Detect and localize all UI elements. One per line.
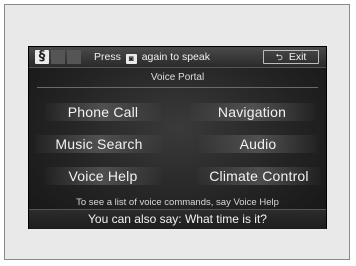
voice-signal-icon: §: [35, 50, 83, 64]
prompt-before: Press: [94, 51, 121, 63]
exit-button[interactable]: ⮌ Exit: [263, 50, 319, 64]
command-climate-control[interactable]: Climate Control: [197, 167, 321, 185]
command-audio[interactable]: Audio: [199, 135, 317, 153]
back-arrow-icon: ⮌: [275, 52, 283, 62]
talk-button-icon: ◙: [125, 54, 137, 64]
voice-portal-screen: § Press ◙ again to speak ⮌ Exit Voice Por…: [28, 46, 327, 229]
top-bar: § Press ◙ again to speak ⮌ Exit: [29, 47, 326, 68]
speak-prompt: Press ◙ again to speak: [94, 50, 210, 64]
divider: [37, 87, 318, 88]
command-music-search[interactable]: Music Search: [35, 135, 163, 153]
also-say-text: You can also say: What time is it?: [88, 212, 267, 226]
voice-help-hint: To see a list of voice commands, say Voi…: [76, 197, 279, 208]
voice-level-active: §: [35, 50, 49, 64]
command-voice-help[interactable]: Voice Help: [45, 167, 161, 185]
exit-label: Exit: [288, 51, 307, 63]
voice-level-inactive: [51, 50, 65, 64]
page-title: Voice Portal: [150, 72, 205, 83]
voice-level-inactive: [67, 50, 81, 64]
prompt-after: again to speak: [141, 51, 210, 63]
command-navigation[interactable]: Navigation: [189, 103, 315, 121]
bottom-bar: You can also say: What time is it?: [29, 209, 326, 229]
command-phone-call[interactable]: Phone Call: [45, 103, 161, 121]
